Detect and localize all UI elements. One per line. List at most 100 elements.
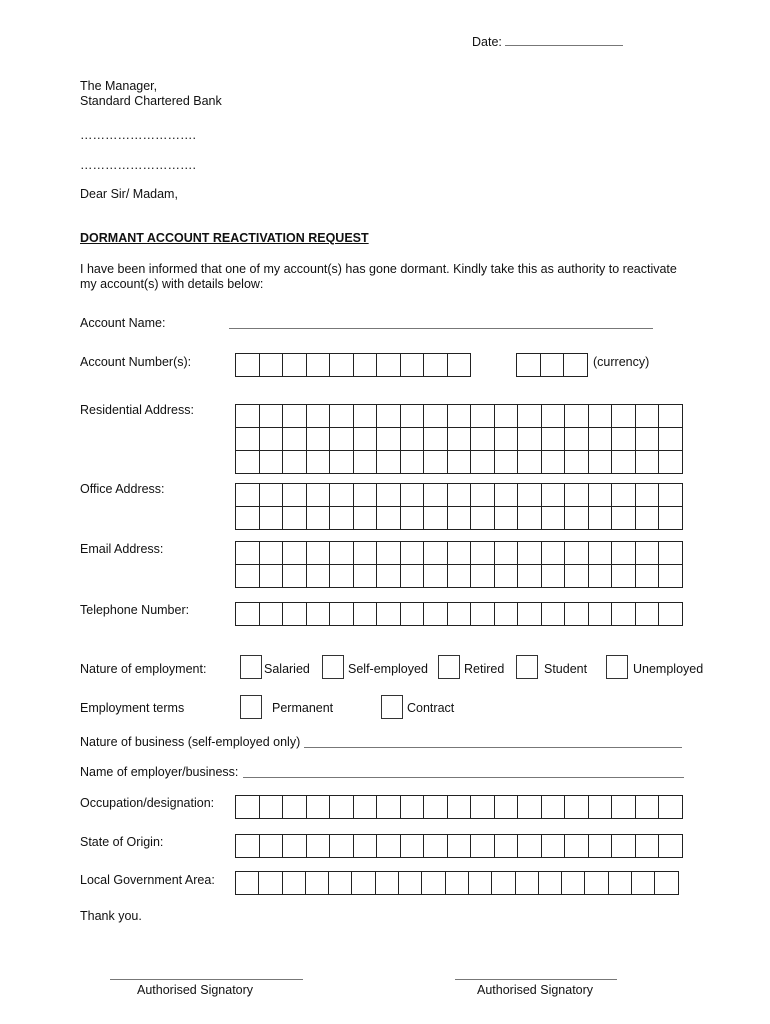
character-box[interactable] — [659, 542, 683, 565]
character-box[interactable] — [377, 603, 401, 626]
character-box[interactable] — [377, 484, 401, 507]
character-box[interactable] — [353, 542, 377, 565]
character-box[interactable] — [659, 835, 683, 858]
character-box[interactable] — [424, 484, 448, 507]
character-box[interactable] — [306, 542, 330, 565]
character-box[interactable] — [635, 484, 659, 507]
character-box[interactable] — [353, 451, 377, 474]
character-box[interactable] — [447, 796, 471, 819]
character-box[interactable] — [635, 565, 659, 588]
character-box[interactable] — [471, 484, 495, 507]
character-box[interactable] — [353, 428, 377, 451]
character-box[interactable] — [353, 507, 377, 530]
office-address-boxes[interactable] — [235, 483, 683, 530]
residential-address-boxes[interactable] — [235, 404, 683, 474]
character-box[interactable] — [659, 603, 683, 626]
character-box[interactable] — [330, 507, 354, 530]
character-box[interactable] — [283, 451, 307, 474]
character-box[interactable] — [447, 451, 471, 474]
character-box[interactable] — [655, 872, 679, 895]
character-box[interactable] — [283, 542, 307, 565]
character-box[interactable] — [259, 796, 283, 819]
character-box[interactable] — [306, 565, 330, 588]
character-box[interactable] — [424, 405, 448, 428]
character-box[interactable] — [635, 603, 659, 626]
signature-line-left[interactable] — [110, 979, 303, 980]
character-box[interactable] — [306, 484, 330, 507]
character-box[interactable] — [377, 542, 401, 565]
character-box[interactable] — [283, 484, 307, 507]
character-box[interactable] — [259, 542, 283, 565]
character-box[interactable] — [306, 354, 330, 377]
character-box[interactable] — [353, 796, 377, 819]
character-box[interactable] — [236, 872, 260, 895]
character-box[interactable] — [494, 451, 518, 474]
character-box[interactable] — [635, 451, 659, 474]
character-box[interactable] — [447, 565, 471, 588]
character-box[interactable] — [471, 835, 495, 858]
character-box[interactable] — [608, 872, 633, 895]
date-input-line[interactable] — [505, 34, 624, 46]
character-box[interactable] — [236, 507, 260, 530]
character-box[interactable] — [400, 565, 424, 588]
character-box[interactable] — [236, 796, 260, 819]
character-box[interactable] — [353, 565, 377, 588]
checkbox-retired[interactable] — [438, 655, 460, 679]
character-box[interactable] — [588, 542, 612, 565]
character-box[interactable] — [424, 835, 448, 858]
checkbox-unemployed[interactable] — [606, 655, 628, 679]
character-box[interactable] — [659, 565, 683, 588]
account-name-input-line[interactable] — [229, 328, 653, 329]
character-box[interactable] — [635, 507, 659, 530]
character-box[interactable] — [400, 507, 424, 530]
character-box[interactable] — [612, 405, 636, 428]
character-box[interactable] — [612, 835, 636, 858]
character-box[interactable] — [236, 428, 260, 451]
character-box[interactable] — [424, 565, 448, 588]
character-box[interactable] — [259, 428, 283, 451]
character-box[interactable] — [330, 542, 354, 565]
character-box[interactable] — [352, 872, 376, 895]
character-box[interactable] — [518, 451, 542, 474]
character-box[interactable] — [236, 565, 260, 588]
character-box[interactable] — [541, 603, 565, 626]
character-box[interactable] — [588, 796, 612, 819]
character-box[interactable] — [588, 835, 612, 858]
character-box[interactable] — [447, 354, 471, 377]
character-box[interactable] — [447, 835, 471, 858]
character-box[interactable] — [494, 484, 518, 507]
character-box[interactable] — [283, 354, 307, 377]
character-box[interactable] — [306, 796, 330, 819]
character-box[interactable] — [635, 542, 659, 565]
character-box[interactable] — [377, 354, 401, 377]
occupation-boxes[interactable] — [235, 795, 683, 819]
character-box[interactable] — [424, 428, 448, 451]
character-box[interactable] — [330, 354, 354, 377]
character-box[interactable] — [538, 872, 563, 895]
character-box[interactable] — [588, 565, 612, 588]
character-box[interactable] — [283, 405, 307, 428]
character-box[interactable] — [377, 428, 401, 451]
checkbox-salaried[interactable] — [240, 655, 262, 679]
character-box[interactable] — [585, 872, 609, 895]
character-box[interactable] — [306, 405, 330, 428]
character-box[interactable] — [612, 796, 636, 819]
character-box[interactable] — [494, 835, 518, 858]
character-box[interactable] — [353, 835, 377, 858]
character-box[interactable] — [541, 405, 565, 428]
character-box[interactable] — [659, 405, 683, 428]
character-box[interactable] — [541, 507, 565, 530]
character-box[interactable] — [306, 835, 330, 858]
character-box[interactable] — [400, 484, 424, 507]
character-box[interactable] — [353, 603, 377, 626]
character-box[interactable] — [283, 835, 307, 858]
character-box[interactable] — [447, 603, 471, 626]
email-address-boxes[interactable] — [235, 541, 683, 588]
character-box[interactable] — [422, 872, 446, 895]
character-box[interactable] — [400, 451, 424, 474]
character-box[interactable] — [400, 796, 424, 819]
character-box[interactable] — [471, 565, 495, 588]
character-box[interactable] — [306, 507, 330, 530]
character-box[interactable] — [541, 565, 565, 588]
character-box[interactable] — [588, 451, 612, 474]
